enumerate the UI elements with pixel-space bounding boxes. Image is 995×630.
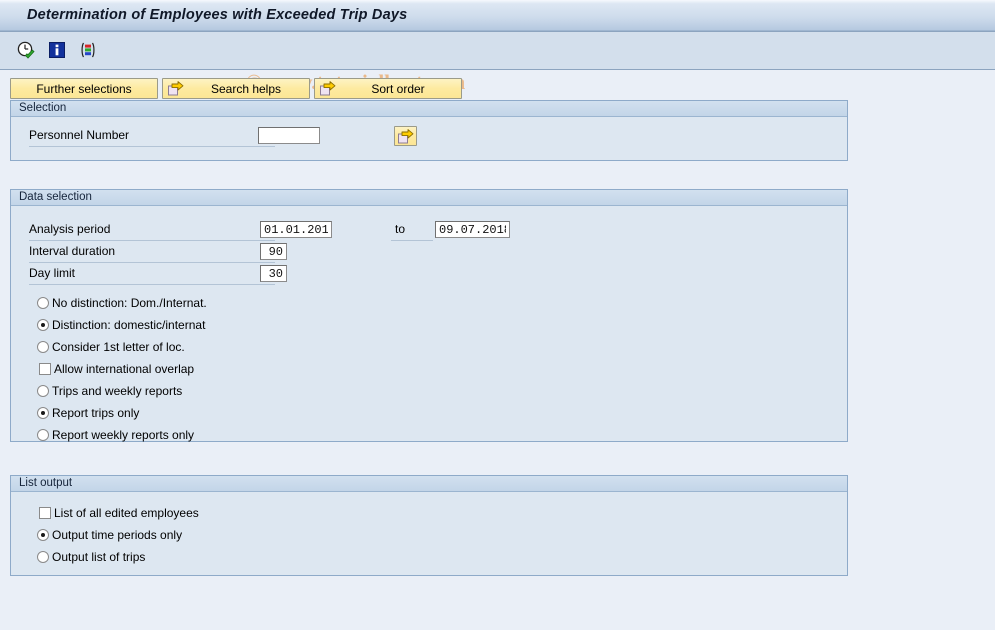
radio-icon[interactable]	[37, 385, 49, 397]
application-toolbar: © www.tutorialkart.com	[0, 32, 995, 94]
selection-panel: Selection Personnel Number	[10, 100, 848, 161]
radio-icon[interactable]	[37, 297, 49, 309]
yellow-arrow-icon	[320, 81, 336, 99]
data-selection-panel: Data selection Analysis period to Interv…	[10, 189, 848, 442]
list-output-panel-title: List output	[11, 476, 847, 492]
interval-duration-row: Interval duration	[11, 241, 831, 263]
sort-order-label: Sort order	[371, 81, 425, 96]
selection-panel-title: Selection	[11, 101, 847, 117]
option-list-all-edited-employees[interactable]: List of all edited employees	[39, 506, 199, 520]
option-distinction-domestic-international[interactable]: Distinction: domestic/internat	[37, 318, 205, 332]
checkbox-icon[interactable]	[39, 363, 51, 375]
checkbox-icon[interactable]	[39, 507, 51, 519]
option-label: Output list of trips	[52, 550, 146, 564]
search-helps-button[interactable]: Search helps	[162, 78, 310, 99]
list-output-panel-body: List of all edited employees Output time…	[11, 492, 847, 574]
radio-icon[interactable]	[37, 341, 49, 353]
option-no-distinction[interactable]: No distinction: Dom./Internat.	[37, 296, 207, 310]
data-selection-panel-title: Data selection	[11, 190, 847, 206]
window-title-bar: Determination of Employees with Exceeded…	[0, 0, 995, 32]
yellow-arrow-icon	[168, 81, 184, 99]
personnel-number-row: Personnel Number	[11, 125, 831, 147]
interval-duration-input[interactable]	[260, 243, 287, 260]
radio-icon[interactable]	[37, 407, 49, 419]
option-consider-first-letter[interactable]: Consider 1st letter of loc.	[37, 340, 185, 354]
option-label: Allow international overlap	[54, 362, 195, 376]
radio-icon[interactable]	[37, 429, 49, 441]
information-icon[interactable]	[46, 39, 68, 61]
execute-clock-icon[interactable]	[15, 39, 37, 61]
page-title: Determination of Employees with Exceeded…	[27, 7, 408, 23]
personnel-number-input[interactable]	[258, 127, 320, 144]
option-label: Distinction: domestic/internat	[52, 318, 206, 332]
option-label: No distinction: Dom./Internat.	[52, 296, 207, 310]
option-output-list-of-trips[interactable]: Output list of trips	[37, 550, 145, 564]
personnel-number-label: Personnel Number	[29, 128, 130, 142]
day-limit-row: Day limit	[11, 263, 831, 285]
selection-button-row: Further selections Search helps Sort ord…	[10, 78, 462, 99]
field-underline	[29, 146, 275, 147]
list-output-panel: List output List of all edited employees…	[10, 475, 848, 576]
interval-duration-label: Interval duration	[29, 244, 116, 258]
option-label: Output time periods only	[52, 528, 183, 542]
option-report-trips-only[interactable]: Report trips only	[37, 406, 139, 420]
option-allow-international-overlap[interactable]: Allow international overlap	[39, 362, 194, 376]
radio-icon[interactable]	[37, 529, 49, 541]
option-output-time-periods-only[interactable]: Output time periods only	[37, 528, 182, 542]
further-selections-label: Further selections	[36, 81, 132, 96]
search-helps-label: Search helps	[210, 81, 282, 96]
toolbar-icon-group	[15, 39, 99, 61]
option-report-weekly-reports-only[interactable]: Report weekly reports only	[37, 428, 194, 442]
selection-panel-body: Personnel Number	[11, 117, 847, 159]
option-label: Consider 1st letter of loc.	[52, 340, 185, 354]
option-trips-and-weekly-reports[interactable]: Trips and weekly reports	[37, 384, 182, 398]
analysis-period-to-label: to	[395, 222, 406, 236]
analysis-period-to-input[interactable]	[435, 221, 510, 238]
further-selections-button[interactable]: Further selections	[10, 78, 158, 99]
option-label: List of all edited employees	[54, 506, 199, 520]
day-limit-input[interactable]	[260, 265, 287, 282]
analysis-period-from-input[interactable]	[260, 221, 332, 238]
radio-icon[interactable]	[37, 551, 49, 563]
analysis-period-label: Analysis period	[29, 222, 111, 236]
option-label: Report weekly reports only	[52, 428, 195, 442]
radio-icon[interactable]	[37, 319, 49, 331]
field-underline	[29, 284, 275, 285]
sort-order-button[interactable]: Sort order	[314, 78, 462, 99]
analysis-period-row: Analysis period to	[11, 219, 831, 241]
day-limit-label: Day limit	[29, 266, 76, 280]
multiple-selection-button[interactable]	[394, 126, 417, 146]
data-selection-panel-body: Analysis period to Interval duration Day…	[11, 206, 847, 442]
option-label: Report trips only	[52, 406, 140, 420]
option-label: Trips and weekly reports	[52, 384, 183, 398]
variant-bars-icon[interactable]	[77, 39, 99, 61]
